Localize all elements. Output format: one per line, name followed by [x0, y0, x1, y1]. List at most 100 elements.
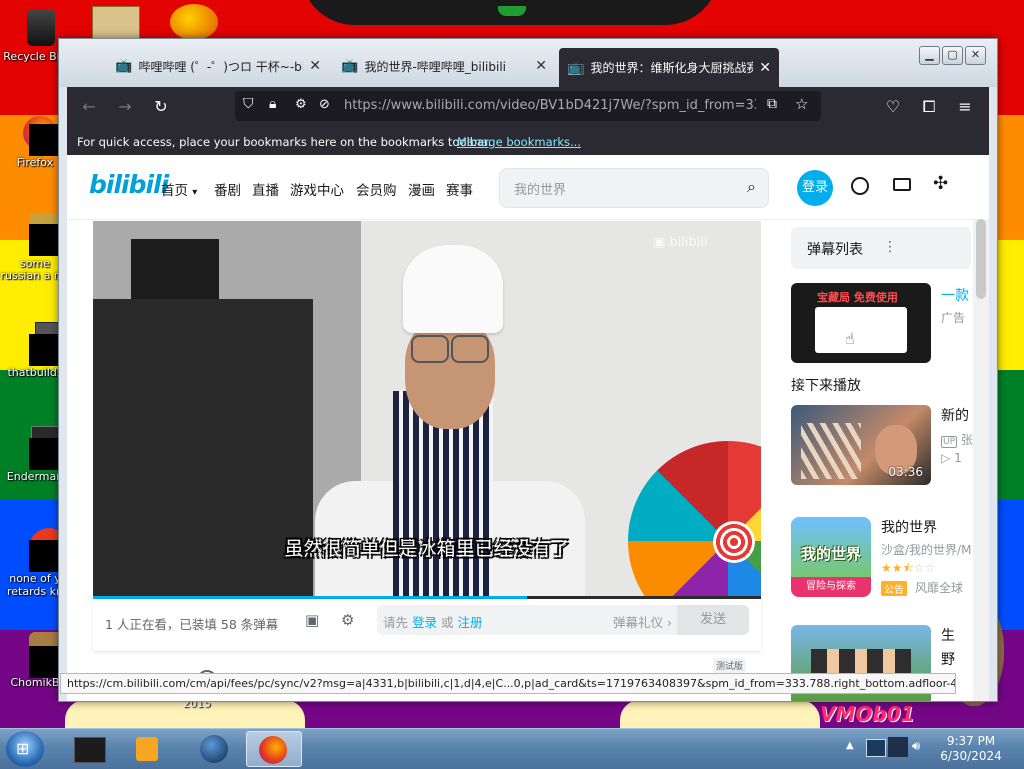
danmaku-login-prompt: 请先 登录 或 注册	[383, 612, 483, 631]
taskbar-app-globe[interactable]	[186, 731, 242, 767]
show-hidden-icons-chevron-icon[interactable]: ▲	[846, 740, 854, 751]
danmaku-register-link[interactable]: 注册	[458, 615, 483, 630]
danmaku-settings-icon[interactable]: ⚙	[341, 611, 354, 629]
nav-item-shop[interactable]: 会员购	[356, 179, 397, 199]
ad-card-thumbnail[interactable]: 宝藏局 免费使用 ☝	[791, 283, 931, 363]
nav-label: 首页	[161, 183, 188, 199]
extensions-icon[interactable]: ⧠	[919, 97, 939, 117]
maximize-button[interactable]: ▢	[942, 46, 963, 65]
danmaku-login-link[interactable]: 登录	[412, 615, 437, 630]
tab-minecraft-search[interactable]: 📺 我的世界-哔哩哔哩_bilibili ✕	[333, 48, 555, 84]
dynamic-icon[interactable]: ✣	[933, 173, 955, 195]
bilibili-watermark-icon: ▣ bilibili	[653, 235, 708, 250]
search-box[interactable]: 我的世界 ⌕	[499, 168, 769, 208]
bookmarks-hint: For quick access, place your bookmarks h…	[77, 135, 492, 149]
system-clock[interactable]: 9:37 PM 6/30/2024	[928, 734, 1014, 764]
bilibili-logo[interactable]: bilibili	[89, 170, 169, 199]
danmaku-input[interactable]: 请先 登录 或 注册 弹幕礼仪 › 发送	[377, 605, 749, 635]
up-next-title: 接下来播放	[791, 378, 861, 394]
firefox-window: 📺 哔哩哔哩 (゜-゜)つロ 干杯~-bilibili ✕ 📺 我的世界-哔哩哔…	[58, 38, 998, 702]
shield-icon[interactable]: ⛉	[243, 96, 254, 112]
media-icon[interactable]	[170, 4, 218, 40]
up-name: 张	[960, 433, 973, 447]
pocket-icon[interactable]: ♡	[883, 97, 903, 116]
beta-badge: 测试版	[713, 658, 747, 673]
bilibili-header: bilibili 首页 ▾ 番剧 直播 游戏中心 会员购 漫画 赛事 我的世界 …	[67, 155, 989, 220]
recycle-bin-icon	[15, 6, 55, 46]
manage-bookmarks-link[interactable]: Manage bookmarks...	[457, 135, 581, 149]
autoplay-blocked-icon[interactable]: ⊘	[319, 97, 330, 112]
address-bar[interactable]: ⛉ 🔒︎ ⚙ ⊘ https://www.bilibili.com/video/…	[235, 91, 821, 121]
prompt-prefix: 请先	[383, 615, 409, 630]
back-arrow-icon[interactable]: ←	[79, 97, 99, 116]
more-vertical-icon[interactable]: ⋮	[883, 239, 897, 255]
minimize-button[interactable]: ▁	[919, 46, 940, 65]
menu-icon[interactable]: ≡	[955, 97, 975, 116]
taskbar-app-media-player[interactable]	[120, 731, 176, 767]
game-card-category: 沙盒/我的世界/M	[881, 543, 972, 557]
bilibili-tab-icon: 📺	[567, 59, 585, 76]
tab-close-icon[interactable]: ✕	[309, 58, 321, 74]
tab-bilibili-home[interactable]: 📺 哔哩哔哩 (゜-゜)つロ 干杯~-bilibili ✕	[107, 48, 329, 84]
up-icon: UP	[941, 436, 958, 448]
bilibili-tab-icon: 📺	[115, 58, 133, 74]
tray-app-icon[interactable]	[888, 737, 908, 757]
ad-tag: 广告	[941, 311, 966, 325]
video-subtitle: 虽然很简单但是冰箱里已经没有了	[284, 538, 570, 560]
start-button[interactable]: ⊞	[6, 731, 44, 767]
nav-item-anime[interactable]: 番剧	[214, 179, 241, 199]
nav-item-manga[interactable]: 漫画	[408, 179, 435, 199]
picture-in-picture-icon[interactable]: ⧉	[767, 96, 777, 112]
network-icon[interactable]	[866, 739, 886, 757]
ad-title[interactable]: 一款	[941, 285, 969, 305]
rec-video-title[interactable]: 新的	[941, 405, 969, 425]
login-button[interactable]: 登录	[797, 170, 833, 206]
danmaku-list-panel[interactable]: 弹幕列表 ⋮	[791, 227, 971, 269]
message-icon[interactable]	[893, 178, 911, 191]
url-text[interactable]: https://www.bilibili.com/video/BV1bD421j…	[344, 98, 756, 113]
video-player[interactable]: ▣ bilibili 虽然很简单但是冰箱里已经没有了	[93, 221, 761, 599]
lock-icon[interactable]: 🔒︎	[269, 96, 276, 112]
star-half-icon: ⯪	[902, 561, 914, 575]
clock-time: 9:37 PM	[946, 734, 996, 748]
danmaku-send-button[interactable]: 发送	[677, 605, 749, 635]
game-card-desc: 风靡全球	[915, 581, 964, 595]
taskbar-app-firefox[interactable]	[246, 731, 302, 767]
search-input[interactable]: 我的世界	[514, 179, 566, 198]
nav-item-home[interactable]: 首页 ▾	[161, 179, 197, 199]
wallpaper-character-right	[620, 700, 820, 728]
right-sidebar: 弹幕列表 ⋮ 宝藏局 免费使用 ☝ 一款 广告 接下来播放 03:36 新的 U…	[791, 219, 989, 701]
nav-item-esports[interactable]: 赛事	[446, 179, 473, 199]
reload-icon[interactable]: ↻	[151, 97, 171, 116]
volume-icon[interactable]: 🔊︎	[912, 739, 920, 754]
tab-video-active[interactable]: 📺 我的世界：维斯化身大厨挑战赛 ✕	[559, 48, 779, 87]
rec-video-thumbnail[interactable]: 03:36	[791, 405, 931, 485]
danmaku-etiquette-link[interactable]: 弹幕礼仪 ›	[613, 612, 672, 631]
rec-video-views: ▷ 1	[941, 451, 962, 465]
firefox-icon	[259, 736, 287, 764]
chef-glasses-left	[411, 335, 449, 363]
wallpaper-text: VMOb01	[820, 702, 915, 726]
search-icon[interactable]: ⌕	[747, 177, 756, 197]
close-button[interactable]: ✕	[965, 46, 986, 65]
danmaku-toggle-icon[interactable]: ▣	[305, 611, 319, 629]
forward-arrow-icon[interactable]: →	[115, 97, 135, 116]
chef-glasses-right	[451, 335, 489, 363]
page-scrollbar[interactable]	[973, 219, 989, 701]
game-card-title[interactable]: 我的世界	[881, 517, 937, 537]
nav-item-game-center[interactable]: 游戏中心	[290, 179, 344, 199]
permissions-icon[interactable]: ⚙	[295, 97, 307, 112]
game-card-thumbnail[interactable]: 我的世界 冒险与探索	[791, 517, 871, 597]
folder-icon[interactable]	[92, 6, 140, 42]
taskbar-app-terminal[interactable]	[62, 731, 118, 767]
tab-close-icon[interactable]: ✕	[759, 60, 771, 76]
rec-video-title[interactable]: 生	[941, 625, 955, 645]
scrollbar-thumb[interactable]	[976, 219, 986, 299]
nav-item-live[interactable]: 直播	[252, 179, 279, 199]
vip-icon[interactable]	[851, 177, 869, 195]
tab-close-icon[interactable]: ✕	[535, 58, 547, 74]
tab-title: 我的世界：维斯化身大厨挑战赛	[590, 61, 754, 75]
star-icon: ★	[881, 561, 892, 575]
windows-logo-icon: ⊞	[16, 739, 30, 758]
bookmark-star-icon[interactable]: ☆	[795, 95, 808, 113]
